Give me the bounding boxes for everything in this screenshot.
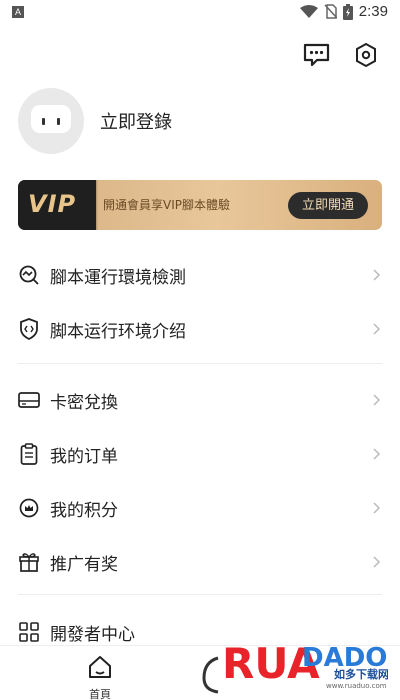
status-bar: A 2:39 [0,0,400,26]
chevron-right-icon [373,269,381,281]
vip-banner[interactable]: VIP 開通會員享VIP腳本體驗 立即開通 [18,180,382,230]
chevron-right-icon [373,556,381,568]
settings-button[interactable] [352,42,380,68]
menu-item-card-redeem[interactable]: 卡密兌換 [18,373,382,427]
menu-item-label: 我的订单 [50,446,118,467]
shield-code-icon [18,318,40,340]
wifi-icon [299,4,318,18]
watermark-logo: RUA DADO 如多下载网 www.ruaduo.com [222,632,389,694]
login-link[interactable]: 立即登錄 [100,108,172,134]
menu-item-label: 開發者中心 [50,624,135,645]
chevron-right-icon [373,323,381,335]
no-sim-icon [324,4,337,19]
menu-group-account: 卡密兌換 我的订单 我的积分 推广有奖 [18,373,382,589]
message-icon [303,43,329,67]
menu-item-label: 推广有奖 [50,554,118,575]
menu-item-env-check[interactable]: 腳本運行環境檢測 [18,248,382,302]
menu-item-my-orders[interactable]: 我的订单 [18,427,382,481]
divider [18,594,382,595]
clipboard-icon [18,443,40,465]
vip-promo-text: 開通會員享VIP腳本體驗 [103,198,230,212]
menu-item-my-points[interactable]: 我的积分 [18,481,382,535]
watermark-url: www.ruaduo.com [326,682,387,690]
home-icon [89,656,111,678]
watermark-site-name: 如多下载网 [334,667,388,681]
wave-search-icon [18,264,40,286]
menu-item-label: 我的积分 [50,500,118,521]
vip-open-button[interactable]: 立即開通 [288,192,368,219]
chevron-right-icon [373,394,381,406]
grid-apps-icon [18,621,40,643]
nav-partial-icon[interactable] [198,654,224,694]
menu-item-referral-reward[interactable]: 推广有奖 [18,535,382,589]
nav-home-label: 首頁 [89,688,111,700]
menu-item-label: 卡密兌換 [50,392,118,413]
menu-item-label: 脚本运行环境介绍 [50,321,186,342]
header-actions [302,42,380,68]
vip-badge-area: VIP [18,180,96,230]
nav-home-tab[interactable]: 首頁 [78,654,122,700]
divider [18,363,382,364]
vip-logo: VIP [28,190,77,218]
settings-hexagon-icon [356,42,376,68]
message-button[interactable] [302,42,330,68]
menu-item-label: 腳本運行環境檢測 [50,267,186,288]
chevron-right-icon [373,502,381,514]
card-icon [18,389,40,411]
status-time: 2:39 [358,3,388,20]
menu-item-env-intro[interactable]: 脚本运行环境介绍 [18,302,382,356]
avatar[interactable] [18,88,84,154]
status-icons: 2:39 [299,3,388,20]
default-avatar-icon [31,105,71,133]
profile-section[interactable]: 立即登錄 [18,88,172,154]
crown-coin-icon [18,497,40,519]
menu-group-environment: 腳本運行環境檢測 脚本运行环境介绍 [18,248,382,356]
gift-icon [18,551,40,573]
chevron-right-icon [373,448,381,460]
app-indicator-icon: A [12,6,24,18]
battery-charging-icon [342,3,353,20]
